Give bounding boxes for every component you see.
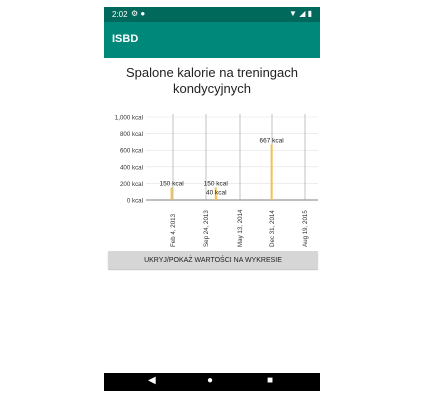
gear-icon: ⚙ [131, 9, 139, 18]
status-right-icons: ▼ ◢ ▮ [289, 9, 312, 18]
page-title: Spalone kalorie na treningach kondycyjny… [125, 65, 298, 96]
recents-icon[interactable]: ■ [267, 375, 273, 386]
y-tick-label: 800 kcal [120, 131, 143, 138]
back-icon[interactable]: ◀ [148, 375, 156, 386]
status-left-icons: ⚙ ● [131, 9, 145, 18]
bar [170, 187, 173, 200]
x-tick-label: Feb 4, 2013 [170, 213, 177, 247]
y-tick-label: 400 kcal [120, 164, 143, 171]
bar [215, 196, 218, 200]
data-label: 40 kcal [206, 190, 227, 197]
app-title: ISBD [112, 33, 139, 45]
app-bar: ISBD [104, 22, 320, 58]
status-time: 2:02 [112, 10, 128, 19]
calorie-chart: 1,000 kcal 800 kcal 600 kcal 400 kcal 200 kc… [115, 114, 318, 247]
wifi-icon: ▼ [289, 9, 297, 18]
data-label: 150 kcal [204, 181, 229, 188]
x-tick-label: Dec 31, 2014 [269, 210, 276, 247]
home-icon[interactable]: ● [207, 375, 213, 386]
navigation-bar: ◀ ● ■ [104, 373, 320, 391]
app-screen: 2:02 ⚙ ● ▼ ◢ ▮ ISBD Spalone kalorie na t… [104, 7, 320, 391]
data-label: 667 kcal [260, 138, 285, 145]
x-tick-label: Sep 24, 2013 [203, 210, 210, 247]
device-frame: 2:02 ⚙ ● ▼ ◢ ▮ ISBD Spalone kalorie na t… [104, 7, 320, 391]
y-tick-label: 1,000 kcal [115, 115, 143, 122]
y-tick-label: 0 kcal [127, 198, 143, 205]
data-label: 150 kcal [159, 181, 184, 188]
shield-icon: ● [140, 9, 146, 18]
status-bar: 2:02 ⚙ ● ▼ ◢ ▮ [104, 7, 320, 22]
x-tick-label: Aug 19, 2015 [302, 210, 309, 247]
signal-icon: ◢ [299, 9, 306, 18]
bar [270, 144, 273, 200]
battery-icon: ▮ [307, 9, 312, 18]
toggle-values-button[interactable]: UKRYJ/POKAŻ WARTOŚCI NA WYKRESIE [108, 251, 318, 269]
y-tick-label: 200 kcal [120, 181, 143, 188]
y-tick-label: 600 kcal [120, 148, 143, 155]
x-tick-label: May 13, 2014 [237, 209, 244, 247]
